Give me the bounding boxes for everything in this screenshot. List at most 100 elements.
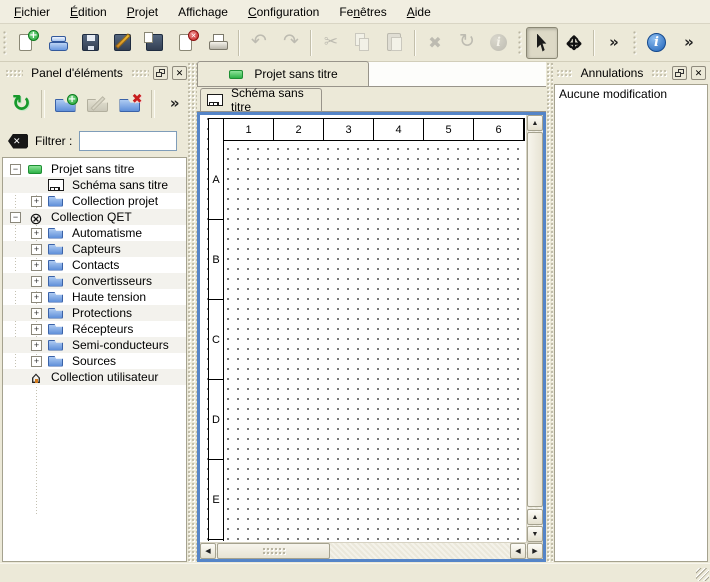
menu-item-label: e: [221, 5, 228, 19]
scroll-down-button[interactable]: ▼: [527, 526, 543, 542]
scroll-up-button[interactable]: ▲: [527, 509, 543, 525]
tab-schema-sans-titre[interactable]: Schéma sans titre: [200, 88, 322, 111]
undo-history-list: Aucune modification: [554, 84, 708, 562]
paste-button[interactable]: [379, 27, 411, 59]
cut-button[interactable]: [315, 27, 347, 59]
delete-category-button[interactable]: [115, 87, 145, 121]
undo-panel-header[interactable]: Annulations ✕: [553, 63, 709, 83]
menu-item[interactable]: Fichier: [4, 2, 60, 22]
menu-item[interactable]: Projet: [117, 2, 168, 22]
edit-category-button[interactable]: [83, 87, 113, 121]
tree-item[interactable]: Semi-conducteurs: [3, 337, 186, 353]
tree-expander[interactable]: [31, 196, 42, 207]
tree-item[interactable]: Projet sans titre: [3, 161, 186, 177]
clear-filter-icon[interactable]: [8, 134, 28, 149]
save-all-icon: [143, 31, 167, 55]
redo-button[interactable]: [275, 27, 307, 59]
tree-expander[interactable]: [31, 308, 42, 319]
rotate-button[interactable]: [451, 27, 483, 59]
tree-expander[interactable]: [31, 340, 42, 351]
undo-list-item[interactable]: Aucune modification: [555, 85, 707, 103]
delete-button[interactable]: [419, 27, 451, 59]
left-dock-splitter[interactable]: [187, 62, 197, 562]
undo-button[interactable]: [243, 27, 275, 59]
horizontal-scrollbar[interactable]: ◀ ◀ ▶: [200, 542, 543, 559]
save-button[interactable]: [75, 27, 107, 59]
toolbar-overflow-button[interactable]: [673, 27, 705, 59]
tree-item[interactable]: Schéma sans titre: [3, 177, 186, 193]
help-toolbar: [630, 24, 705, 61]
save-as-button[interactable]: [107, 27, 139, 59]
filter-input[interactable]: [79, 131, 177, 151]
tree-item[interactable]: Collection utilisateur: [3, 369, 186, 385]
tree-item[interactable]: Convertisseurs: [3, 273, 186, 289]
toolbar-drag-handle[interactable]: [2, 30, 8, 56]
vertical-scroll-thumb[interactable]: [527, 132, 543, 507]
vertical-scrollbar[interactable]: ▲ ▲ ▼: [526, 115, 543, 542]
float-panel-button[interactable]: [153, 66, 168, 80]
filter-label: Filtrer :: [35, 134, 72, 148]
menu-item[interactable]: Configuration: [238, 2, 329, 22]
tree-item[interactable]: Collection QET: [3, 209, 186, 225]
tree-item[interactable]: Haute tension: [3, 289, 186, 305]
tree-expander[interactable]: [31, 276, 42, 287]
reload-collections-button[interactable]: [6, 87, 36, 121]
scroll-up-button[interactable]: ▲: [527, 115, 543, 131]
menu-item-label: ide: [415, 5, 431, 19]
new-project-button[interactable]: [11, 27, 43, 59]
toolbar-separator: [41, 90, 45, 118]
paste-icon: [383, 31, 407, 55]
tree-expander[interactable]: [31, 228, 42, 239]
diagram-column-header: 1: [224, 119, 274, 140]
menu-item[interactable]: Affichage: [168, 2, 238, 22]
about-qet-button[interactable]: [641, 27, 673, 59]
tree-item[interactable]: Protections: [3, 305, 186, 321]
tree-item[interactable]: Capteurs: [3, 241, 186, 257]
close-panel-button[interactable]: ✕: [691, 66, 706, 80]
tree-item-label: Semi-conducteurs: [72, 338, 169, 352]
horizontal-scroll-thumb[interactable]: [217, 543, 330, 559]
toolbar-overflow-button[interactable]: [160, 87, 190, 121]
tree-item[interactable]: Automatisme: [3, 225, 186, 241]
toolbar-overflow-button[interactable]: [598, 27, 630, 59]
tree-expander[interactable]: [31, 356, 42, 367]
tree-expander[interactable]: [10, 164, 21, 175]
copy-button[interactable]: [347, 27, 379, 59]
select-mode-button[interactable]: [526, 27, 558, 59]
move-mode-button[interactable]: [558, 27, 590, 59]
close-panel-button[interactable]: ✕: [172, 66, 187, 80]
menu-bar: Fichier Édition Projet Affichage Configu…: [0, 0, 710, 24]
tree-item[interactable]: Récepteurs: [3, 321, 186, 337]
close-file-button[interactable]: [171, 27, 203, 59]
element-info-button[interactable]: [483, 27, 515, 59]
folder-icon: [48, 226, 66, 241]
right-dock-splitter[interactable]: [546, 62, 553, 562]
tree-expander[interactable]: [10, 212, 21, 223]
tree-item[interactable]: Contacts: [3, 257, 186, 273]
menu-item[interactable]: Aide: [397, 2, 441, 22]
resize-grip[interactable]: [696, 568, 709, 581]
scroll-left-button[interactable]: ◀: [510, 543, 526, 559]
scroll-left-button[interactable]: ◀: [200, 543, 216, 559]
toolbar-drag-handle[interactable]: [517, 30, 523, 56]
float-icon: [675, 69, 685, 78]
scroll-right-button[interactable]: ▶: [527, 543, 543, 559]
open-project-button[interactable]: [43, 27, 75, 59]
diagram-canvas[interactable]: 1 2 3 4 5 6 A B C D E: [200, 115, 526, 542]
menu-item[interactable]: Fenêtres: [329, 2, 396, 22]
elements-panel-header[interactable]: Panel d'éléments ✕: [2, 63, 190, 83]
new-category-button[interactable]: [50, 87, 80, 121]
tree-item[interactable]: Collection projet: [3, 193, 186, 209]
tree-expander[interactable]: [31, 292, 42, 303]
menu-item[interactable]: Édition: [60, 2, 117, 22]
float-panel-button[interactable]: [672, 66, 687, 80]
menu-item-label: dition: [78, 5, 107, 19]
tree-expander[interactable]: [31, 324, 42, 335]
save-all-button[interactable]: [139, 27, 171, 59]
tab-project-sans-titre[interactable]: Projet sans titre: [197, 61, 369, 86]
tree-expander[interactable]: [31, 260, 42, 271]
toolbar-drag-handle[interactable]: [632, 30, 638, 56]
tree-expander[interactable]: [31, 244, 42, 255]
folder-icon: [48, 354, 66, 369]
print-button[interactable]: [203, 27, 235, 59]
